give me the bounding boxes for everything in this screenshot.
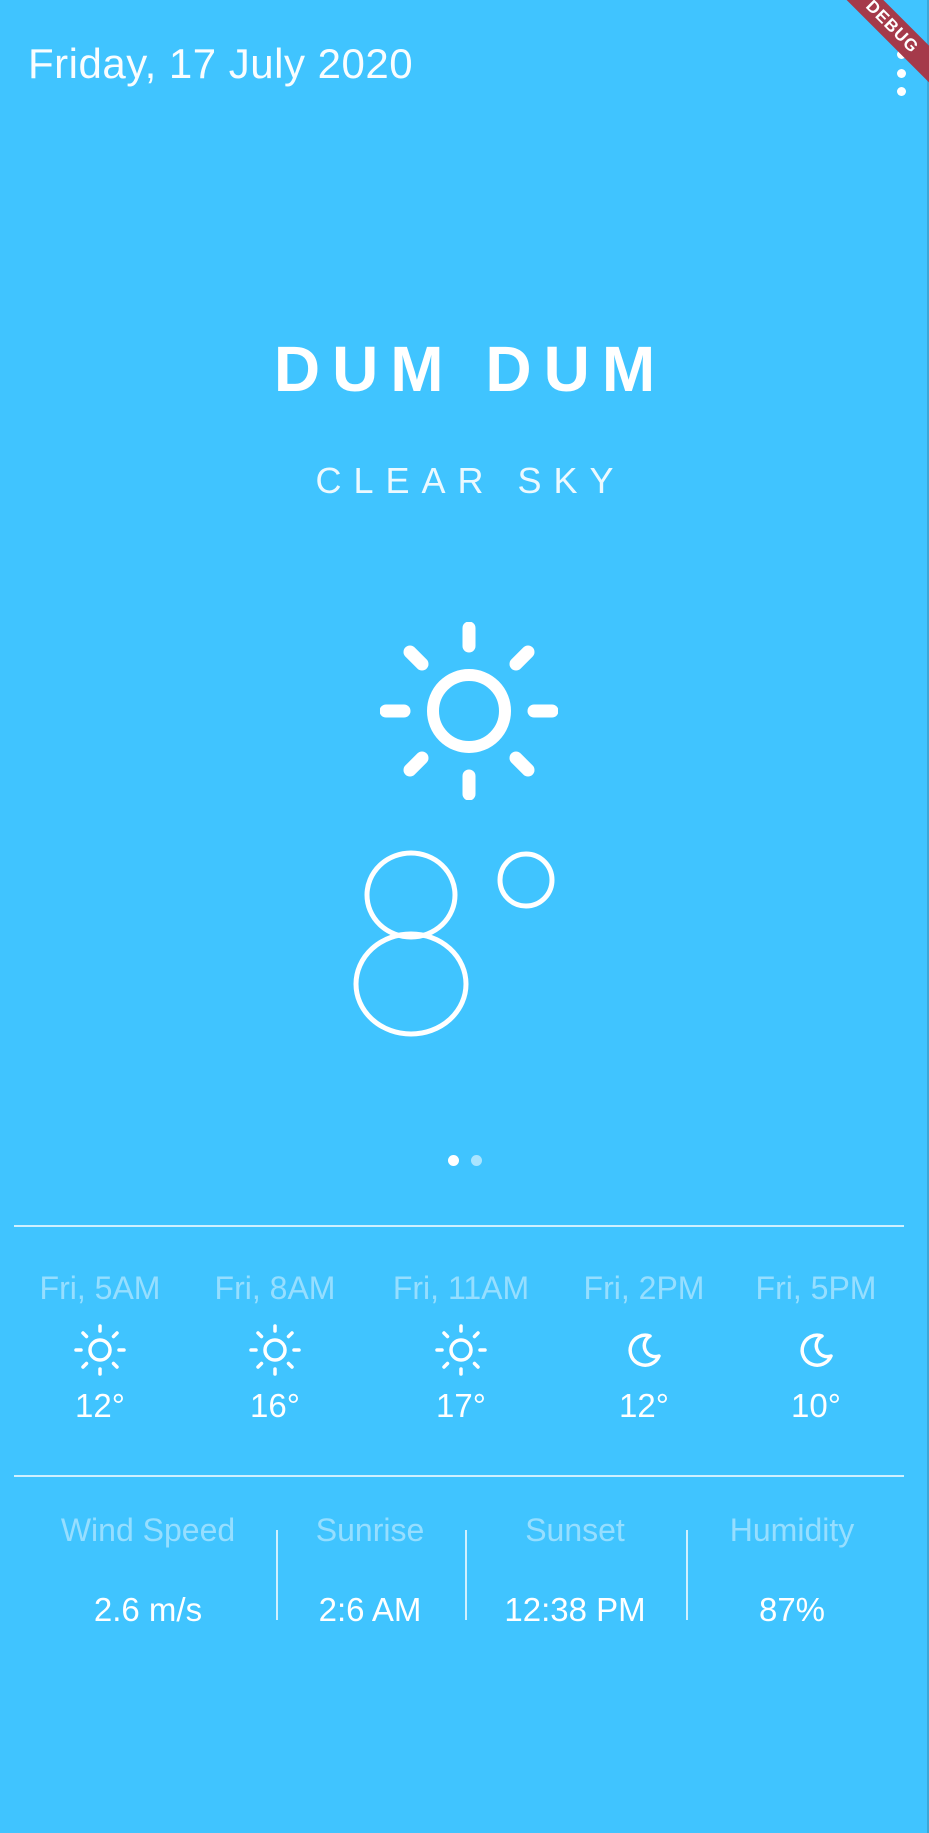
- date-label: Friday, 17 July 2020: [28, 40, 414, 87]
- hourly-time: Fri, 5AM: [39, 1270, 161, 1306]
- page-dot-active[interactable]: [447, 1155, 459, 1166]
- hourly-item: Fri, 5PM 10°: [716, 1270, 916, 1425]
- stat-separator: [465, 1530, 467, 1620]
- hourly-time: Fri, 2PM: [583, 1270, 705, 1306]
- moon-icon: [628, 1333, 661, 1367]
- hourly-temperature: 16°: [250, 1387, 300, 1424]
- current-temperature: 8°: [340, 840, 580, 1050]
- hourly-item: Fri, 5AM 12°: [0, 1270, 200, 1425]
- hourly-time: Fri, 5PM: [755, 1270, 877, 1306]
- hourly-temperature: 12°: [619, 1387, 669, 1424]
- sun-icon: [380, 622, 558, 800]
- hourly-time: Fri, 8AM: [214, 1270, 336, 1306]
- hourly-time: Fri, 11AM: [392, 1270, 530, 1306]
- stat-wind-speed: Wind Speed 2.6 m/s: [48, 1512, 248, 1629]
- stat-value: 12:38 PM: [504, 1591, 646, 1628]
- sun-icon: [249, 1324, 301, 1376]
- stat-humidity: Humidity 87%: [712, 1512, 872, 1629]
- hourly-item: Fri, 8AM 16°: [175, 1270, 375, 1425]
- weather-condition: CLEAR SKY: [315, 460, 626, 501]
- stat-label: Humidity: [729, 1512, 855, 1548]
- divider: [14, 1475, 904, 1477]
- stat-sunrise: Sunrise 2:6 AM: [300, 1512, 440, 1629]
- stat-sunset: Sunset 12:38 PM: [490, 1512, 660, 1629]
- stat-separator: [686, 1530, 688, 1620]
- sun-icon: [74, 1324, 126, 1376]
- moon-icon: [800, 1333, 833, 1367]
- hourly-temperature: 10°: [791, 1387, 841, 1424]
- hourly-item: Fri, 2PM 12°: [544, 1270, 744, 1425]
- temperature-glyph: [353, 850, 555, 1037]
- page-dot[interactable]: [470, 1155, 482, 1166]
- page-indicator: [0, 1155, 929, 1166]
- debug-banner: DEBUG: [839, 0, 929, 90]
- city-name: DUM DUM: [273, 333, 668, 405]
- sun-icon: [435, 1324, 487, 1376]
- stat-label: Sunset: [525, 1512, 625, 1548]
- hourly-temperature: 17°: [436, 1387, 486, 1424]
- stat-label: Sunrise: [315, 1512, 425, 1548]
- divider: [14, 1225, 904, 1227]
- hourly-item: Fri, 11AM 17°: [361, 1270, 561, 1425]
- stat-value: 87%: [758, 1591, 826, 1628]
- stat-label: Wind Speed: [60, 1512, 236, 1548]
- stat-value: 2:6 AM: [318, 1591, 422, 1628]
- stat-value: 2.6 m/s: [93, 1591, 203, 1628]
- hourly-temperature: 12°: [75, 1387, 125, 1424]
- stat-separator: [276, 1530, 278, 1620]
- debug-banner-label: DEBUG: [839, 0, 929, 90]
